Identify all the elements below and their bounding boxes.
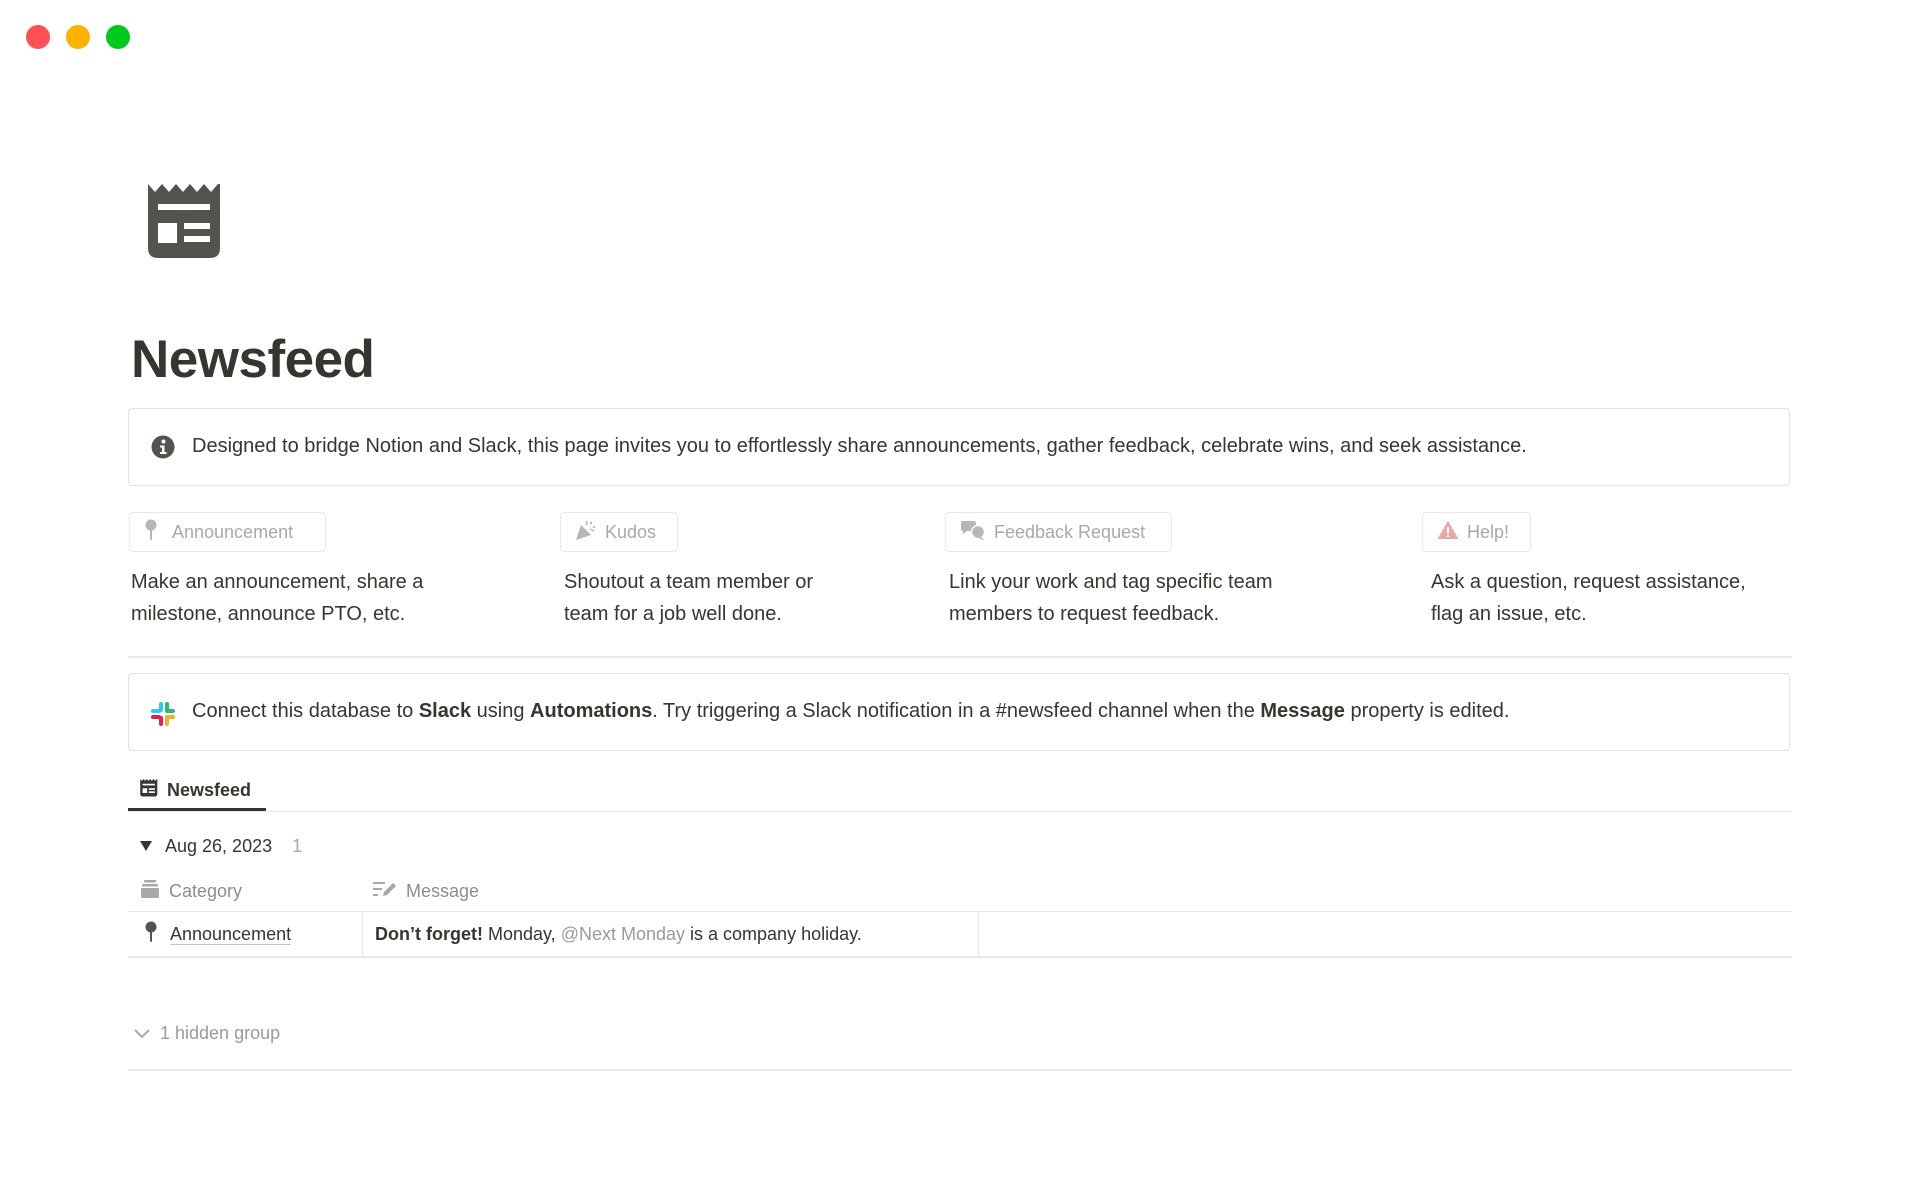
column-header-label: Message: [406, 880, 480, 901]
announcement-button-label: Announcement: [172, 521, 294, 542]
collapse-triangle-icon[interactable]: [136, 836, 156, 856]
category-cell[interactable]: Announcement: [144, 921, 292, 948]
category-link[interactable]: Announcement: [170, 924, 292, 945]
group-title[interactable]: Aug 26, 2023: [165, 836, 272, 857]
info-icon: [151, 435, 175, 464]
window-maximize-button[interactable]: [106, 25, 130, 49]
window-close-button[interactable]: [26, 25, 50, 49]
section-divider: [128, 656, 1792, 658]
column-header-label: Category: [169, 880, 243, 901]
kudos-button[interactable]: Kudos: [560, 512, 678, 552]
chevron-down-icon: [134, 1023, 150, 1044]
bottom-divider: [128, 1069, 1792, 1071]
slack-callout: Connect this database to Slack using Aut…: [128, 673, 1790, 751]
message-text: Monday,: [487, 923, 556, 944]
column-header-message[interactable]: Message: [373, 878, 479, 904]
description-line: flag an issue, etc.: [1431, 603, 1587, 625]
date-mention[interactable]: @Next Monday: [561, 924, 685, 945]
description-line: members to request feedback.: [949, 603, 1220, 625]
description-line: team for a job well done.: [564, 603, 782, 625]
group-count: 1: [292, 835, 303, 856]
announcement-button[interactable]: Announcement: [129, 512, 326, 552]
archive-stack-icon: [140, 879, 160, 904]
window-minimize-button[interactable]: [66, 25, 90, 49]
table-header-divider: [128, 911, 1792, 912]
chat-bubbles-icon: [960, 519, 986, 546]
text-segment: Connect this database to: [192, 700, 419, 722]
kudos-description: Shoutout a team member or team for a job…: [564, 566, 813, 630]
column-separator: [362, 912, 363, 956]
column-separator: [978, 912, 979, 956]
pin-icon: [144, 519, 158, 546]
text-segment: property is edited.: [1344, 700, 1510, 722]
bold-segment: Slack: [418, 700, 472, 722]
intro-callout-text: Designed to bridge Notion and Slack, thi…: [192, 435, 1527, 457]
hidden-groups-toggle[interactable]: 1 hidden group: [134, 1020, 280, 1046]
message-cell[interactable]: Don’t forget! Monday, @Next Monday is a …: [375, 921, 862, 947]
feedback-request-description: Link your work and tag specific team mem…: [949, 566, 1273, 630]
feedback-request-button-label: Feedback Request: [994, 521, 1146, 542]
group-header: Aug 26, 2023 1: [136, 832, 302, 860]
help-button-label: Help!: [1467, 521, 1510, 542]
description-line: Link your work and tag specific team: [949, 571, 1273, 593]
warning-icon: [1437, 520, 1459, 545]
tab-label: Newsfeed: [167, 779, 252, 800]
description-line: milestone, announce PTO, etc.: [131, 603, 406, 625]
hidden-groups-label: 1 hidden group: [160, 1022, 281, 1043]
text-segment: using: [471, 700, 531, 722]
intro-callout: Designed to bridge Notion and Slack, thi…: [128, 408, 1790, 486]
kudos-button-label: Kudos: [605, 521, 657, 542]
help-button[interactable]: Help!: [1422, 512, 1531, 552]
text-edit-icon: [373, 880, 397, 903]
column-header-category[interactable]: Category: [140, 878, 242, 904]
pin-icon: [144, 921, 158, 948]
description-line: Make an announcement, share a: [131, 571, 424, 593]
message-text: is a company holiday.: [690, 923, 862, 944]
description-line: Ask a question, request assistance,: [1431, 571, 1746, 593]
table-row-divider: [128, 956, 1792, 958]
help-description: Ask a question, request assistance, flag…: [1431, 566, 1746, 630]
slack-callout-text: Connect this database to Slack using Aut…: [192, 700, 1509, 723]
newspaper-icon: [140, 778, 158, 802]
message-bold: Don’t forget!: [375, 923, 483, 944]
bold-segment: Automations: [530, 700, 653, 722]
slack-icon: [149, 700, 177, 733]
announcement-description: Make an announcement, share a milestone,…: [131, 566, 423, 630]
database-divider: [128, 811, 1792, 812]
description-line: Shoutout a team member or: [564, 571, 814, 593]
newspaper-icon[interactable]: [148, 184, 222, 260]
page-title[interactable]: Newsfeed: [131, 330, 375, 390]
bold-segment: Message: [1260, 700, 1345, 722]
tab-newsfeed[interactable]: Newsfeed: [128, 770, 266, 810]
party-popper-icon: [575, 519, 597, 546]
feedback-request-button[interactable]: Feedback Request: [945, 512, 1172, 552]
text-segment: . Try triggering a Slack notification in…: [652, 700, 1261, 722]
